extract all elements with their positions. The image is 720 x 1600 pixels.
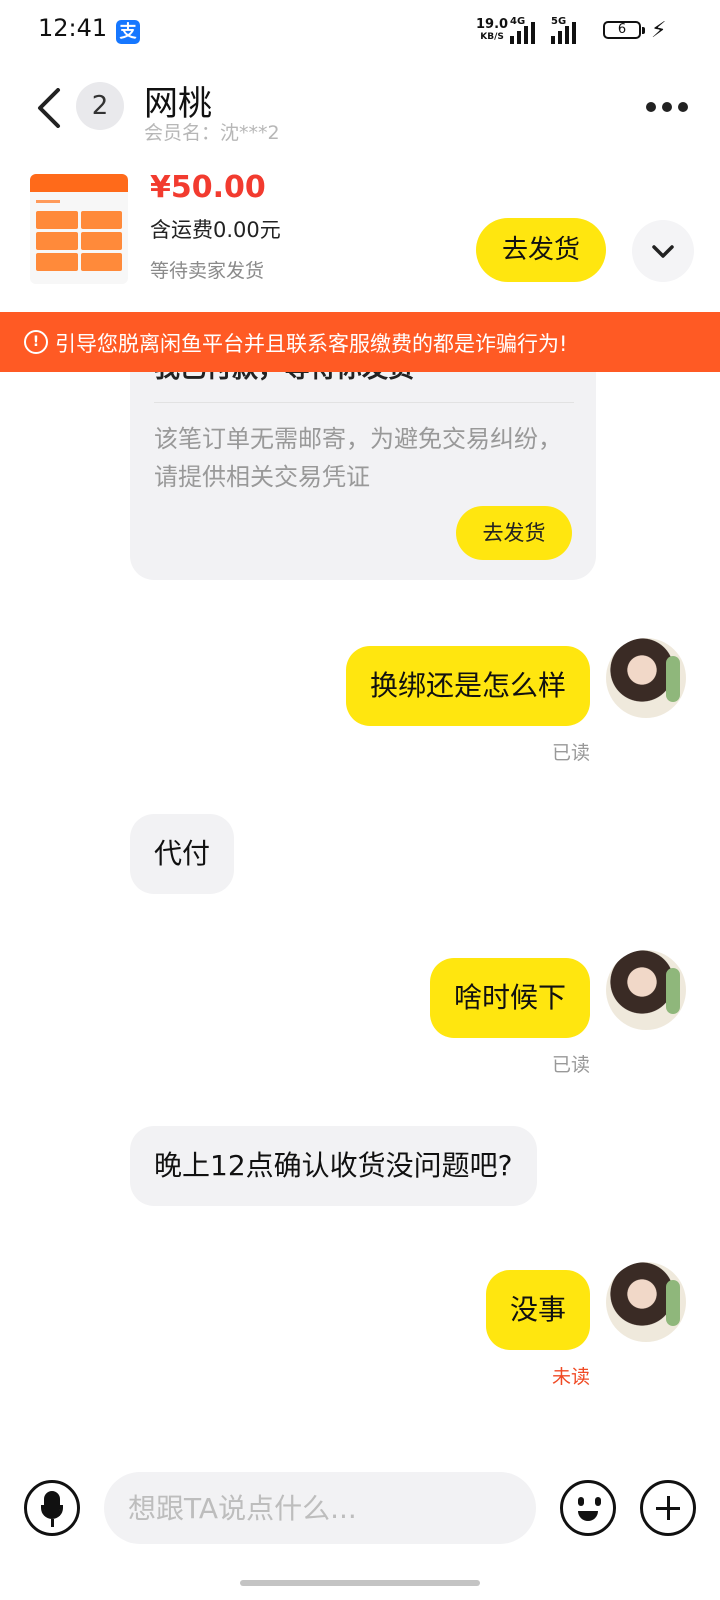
fraud-warning-banner: ! 引导您脱离闲鱼平台并且联系客服缴费的都是诈骗行为!: [0, 312, 720, 372]
chevron-down-icon: [652, 245, 674, 258]
alert-circle-icon: !: [24, 330, 48, 354]
card-ship-button[interactable]: 去发货: [456, 506, 572, 560]
member-name: 会员名：沈***2: [144, 122, 280, 144]
message-bubble[interactable]: 代付: [130, 814, 235, 894]
avatar[interactable]: [606, 950, 686, 1030]
shipping-fee: 含运费0.00元: [150, 218, 281, 242]
status-time: 12:41: [38, 14, 108, 42]
warning-text: 引导您脱离闲鱼平台并且联系客服缴费的都是诈骗行为!: [55, 332, 568, 356]
unread-status: 未读: [551, 1366, 590, 1388]
read-status: 已读: [551, 1054, 590, 1076]
order-status: 等待卖家发货: [150, 260, 265, 282]
plus-icon[interactable]: [640, 1480, 696, 1536]
system-card-description: 该笔订单无需邮寄，为避免交易纠纷，请提供相关交易凭证: [154, 425, 562, 491]
message-input[interactable]: [104, 1472, 536, 1544]
sim2-label: 5G: [551, 16, 567, 27]
message-bubble[interactable]: 换绑还是怎么样: [345, 646, 590, 726]
more-dots-icon[interactable]: [646, 102, 688, 112]
alipay-notification-icon: 支: [116, 20, 140, 44]
ship-button[interactable]: 去发货: [476, 218, 606, 282]
product-thumbnail[interactable]: [30, 174, 128, 284]
system-order-card: 我已付款，等待你发货 该笔订单无需邮寄，为避免交易纠纷，请提供相关交易凭证 去发…: [130, 340, 596, 580]
unread-count-badge[interactable]: 2: [76, 82, 124, 130]
charging-icon: ⚡: [651, 18, 667, 43]
microphone-icon[interactable]: [24, 1480, 80, 1536]
network-speed: 19.0 KB/S: [476, 18, 508, 44]
divider: [154, 402, 574, 403]
avatar[interactable]: [606, 1262, 686, 1342]
message-bubble[interactable]: 没事: [485, 1270, 590, 1350]
read-status: 已读: [551, 742, 590, 764]
message-bubble[interactable]: 晚上12点确认收货没问题吧?: [130, 1126, 537, 1206]
expand-button[interactable]: [632, 220, 694, 282]
sim2-signal-icon: 5G: [551, 16, 576, 44]
network-speed-value: 19.0: [476, 17, 509, 32]
back-arrow-icon[interactable]: [34, 88, 64, 128]
emoji-icon[interactable]: [560, 1480, 616, 1536]
sim1-signal-icon: 4G: [510, 16, 535, 44]
battery-icon: 6: [603, 21, 645, 39]
network-speed-unit: KB/S: [480, 32, 504, 42]
avatar[interactable]: [606, 638, 686, 718]
message-bubble[interactable]: 啥时候下: [429, 958, 590, 1038]
home-indicator[interactable]: [240, 1580, 480, 1586]
sim1-label: 4G: [510, 16, 526, 27]
product-price: ¥50.00: [150, 170, 266, 205]
